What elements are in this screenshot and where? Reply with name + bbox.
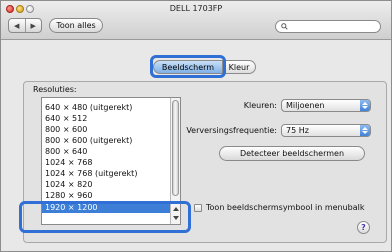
refresh-rate-popup[interactable]: 75 Hz	[281, 124, 371, 137]
resolutions-scrollbar[interactable]	[170, 98, 180, 224]
window-title: DELL 1703FP	[169, 4, 223, 13]
list-item[interactable]: 800 × 640	[42, 146, 170, 157]
resolutions-list[interactable]: 640 × 480 (uitgerekt) 640 × 512 800 × 60…	[41, 97, 181, 225]
list-item[interactable]: 1024 × 768 (uitgerekt)	[42, 168, 170, 179]
popup-arrows-icon	[360, 125, 370, 136]
scrollbar-thumb[interactable]	[172, 100, 179, 196]
list-item-selected[interactable]: 1920 × 1200	[42, 202, 170, 213]
list-item[interactable]: 800 × 600	[42, 124, 170, 135]
resolutions-label: Resoluties:	[33, 85, 77, 94]
back-arrow-icon[interactable]: ◀	[9, 19, 25, 32]
tab-kleur[interactable]: Kleur	[222, 60, 256, 74]
popup-arrows-icon	[360, 100, 370, 111]
show-all-button[interactable]: Toon alles	[49, 18, 103, 33]
colors-popup[interactable]: Miljoenen	[281, 99, 371, 112]
forward-arrow-icon[interactable]: ▶	[24, 19, 42, 32]
back-forward-control: ◀ ▶	[8, 18, 42, 33]
search-icon	[281, 23, 288, 30]
tab-beeldscherm[interactable]: Beeldscherm	[153, 60, 223, 74]
list-item[interactable]: 1024 × 820	[42, 179, 170, 190]
colors-value: Miljoenen	[286, 101, 325, 110]
refresh-rate-value: 75 Hz	[286, 126, 309, 135]
list-item[interactable]: 1024 × 768	[42, 157, 170, 168]
list-item[interactable]: 640 × 512	[42, 113, 170, 124]
list-item[interactable]: 640 × 480 (uitgerekt)	[42, 102, 170, 113]
display-preferences-window: DELL 1703FP ◀ ▶ Toon alles Beeldscherm K…	[0, 0, 392, 252]
colors-label: Kleuren:	[243, 101, 277, 110]
list-item[interactable]: 800 × 600 (uitgerekt)	[42, 135, 170, 146]
list-item[interactable]: 1280 × 960	[42, 190, 170, 201]
scroll-down-icon[interactable]	[173, 216, 179, 220]
help-button[interactable]: ?	[357, 221, 370, 234]
title-bar: DELL 1703FP ◀ ▶ Toon alles	[1, 1, 391, 40]
menubar-checkbox[interactable]	[194, 204, 202, 212]
search-field[interactable]	[275, 20, 381, 33]
scroll-up-icon[interactable]	[173, 207, 179, 211]
detect-displays-button[interactable]: Detecteer beeldschermen	[219, 146, 365, 161]
menubar-checkbox-label[interactable]: Toon beeldschermsymbool in menubalk	[206, 203, 365, 212]
refresh-rate-label: Verversingsfrequentie:	[186, 126, 277, 135]
